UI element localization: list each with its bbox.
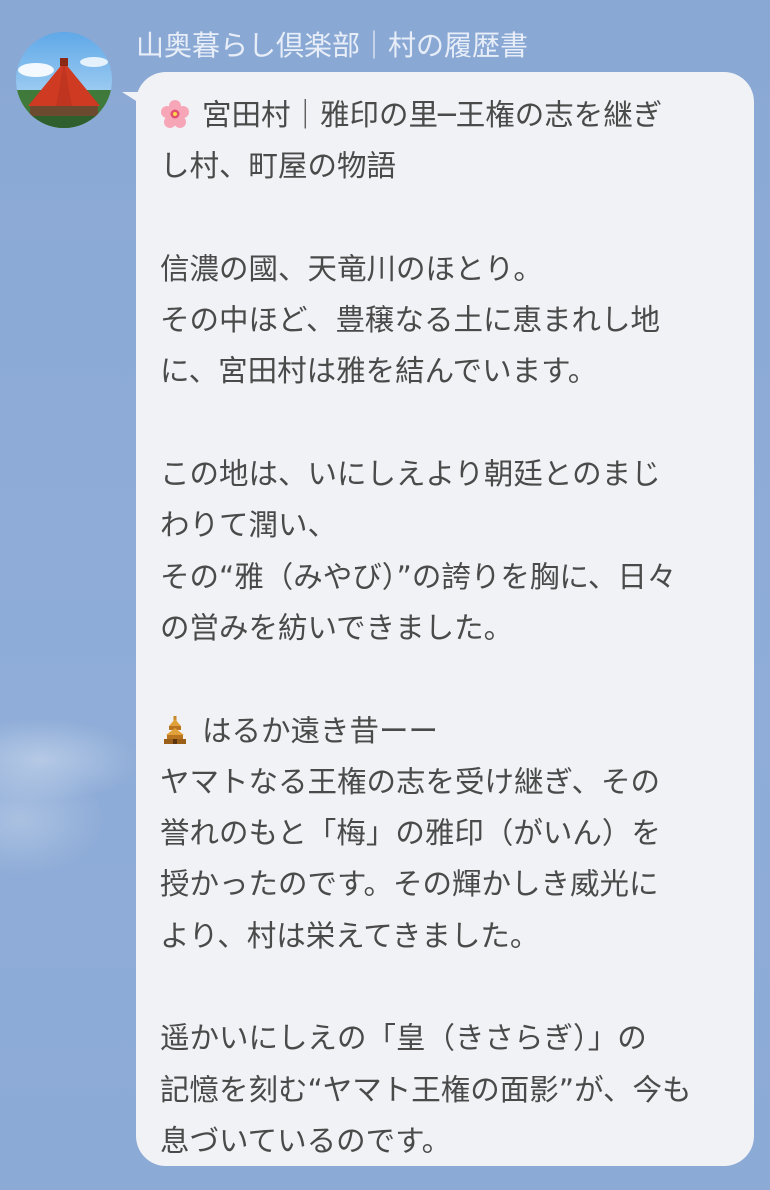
message-title-text: 宮田村｜雅印の里─王権の志を継ぎ	[202, 98, 663, 132]
message-title-line: 宮田村｜雅印の里─王権の志を継ぎ	[160, 90, 734, 141]
message-line: 授かったのです。その輝かしき威光に	[160, 867, 659, 902]
cherry-blossom-icon	[161, 100, 189, 128]
message-line: 遥かいにしえの「皇（きさらぎ）」の	[160, 1021, 647, 1056]
temple-pagoda-icon	[164, 715, 186, 744]
red-roof-farmhouse-avatar-icon	[16, 32, 112, 128]
message-line: その中ほど、豊穣なる土に恵まれし地	[160, 303, 661, 338]
sender-name: 山奥暮らし倶楽部｜村の履歴書	[136, 29, 529, 62]
message-line: の営みを紡いできました。	[160, 610, 514, 645]
message-line: に、宮田村は雅を結んでいます。	[160, 354, 598, 389]
section-heading-line: はるか遠き昔ーー	[160, 706, 734, 757]
sender-avatar[interactable]	[16, 32, 112, 128]
message-bubble[interactable]: 宮田村｜雅印の里─王権の志を継ぎ し村、町屋の物語 信濃の國、天竜川のほとり。 …	[136, 72, 754, 1166]
message-line: ヤマトなる王権の志を受け継ぎ、その	[160, 764, 661, 799]
message-line: わりて潤い、	[160, 508, 338, 543]
message-line: 信濃の國、天竜川のほとり。	[160, 251, 543, 286]
message-line: 息づいているのです。	[160, 1123, 452, 1158]
message-title-line: し村、町屋の物語	[160, 149, 397, 184]
message-line: より、村は栄えてきました。	[160, 918, 540, 953]
section-heading-text: はるか遠き昔ーー	[202, 713, 439, 748]
message-line: 記憶を刻む“ヤマト王権の面影”が、今も	[160, 1072, 692, 1107]
message-line: この地は、いにしえより朝廷とのまじ	[160, 457, 661, 492]
message-line: 誉れのもと「梅」の雅印（がいん）を	[160, 816, 661, 851]
message-line: その“雅（みやび）”の誇りを胸に、日々	[160, 559, 677, 594]
